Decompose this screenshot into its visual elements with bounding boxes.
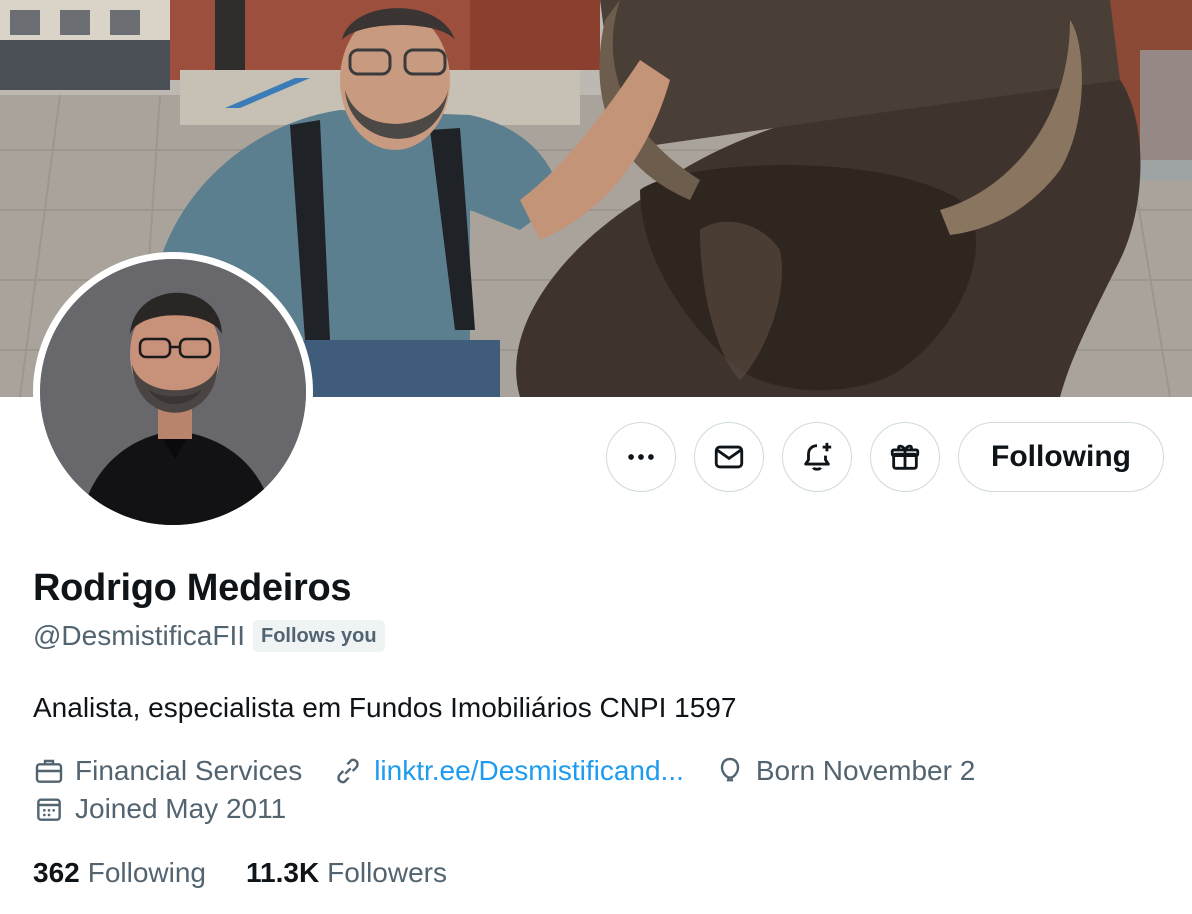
subscribe-button[interactable] — [870, 422, 940, 492]
profile-meta-row: Financial Services linktr.ee/Desmistific… — [33, 755, 1005, 787]
follows-you-badge: Follows you — [253, 620, 385, 652]
following-label: Following — [87, 857, 206, 888]
bell-plus-icon — [804, 442, 832, 471]
following-count: 362 — [33, 857, 80, 888]
envelope-icon — [714, 445, 744, 469]
gift-icon — [890, 444, 920, 470]
category-label: Financial Services — [75, 755, 303, 786]
calendar-icon — [37, 798, 61, 821]
notify-button[interactable] — [782, 422, 852, 492]
avatar-photo — [40, 259, 306, 525]
profile-name: Rodrigo Medeiros — [33, 567, 352, 609]
link-icon — [337, 758, 359, 784]
message-button[interactable] — [694, 422, 764, 492]
profile-joined-row: Joined May 2011 — [33, 793, 316, 825]
following-button[interactable]: Following — [958, 422, 1164, 492]
profile-avatar[interactable] — [33, 252, 313, 532]
joined-label: Joined May 2011 — [75, 793, 287, 824]
follow-stats: 362 Following 11.3K Followers — [33, 857, 487, 889]
link-item[interactable]: linktr.ee/Desmistificand... — [332, 755, 684, 787]
balloon-icon — [720, 757, 740, 782]
profile-handle: @DesmistificaFII — [33, 620, 245, 651]
birthday-label: Born November 2 — [755, 755, 976, 786]
more-horizontal-icon — [628, 454, 654, 460]
birthday-item: Born November 2 — [714, 755, 975, 787]
following-stat[interactable]: 362 Following — [33, 857, 206, 889]
followers-label: Followers — [327, 857, 447, 888]
profile-link[interactable]: linktr.ee/Desmistificand... — [374, 755, 684, 787]
profile-bio: Analista, especialista em Fundos Imobili… — [33, 692, 737, 723]
followers-stat[interactable]: 11.3K Followers — [246, 857, 447, 889]
joined-item: Joined May 2011 — [33, 793, 286, 825]
more-button[interactable] — [606, 422, 676, 492]
followers-count: 11.3K — [246, 857, 320, 888]
handle-row: @DesmistificaFII Follows you — [33, 620, 385, 652]
category-item: Financial Services — [33, 755, 302, 787]
briefcase-icon — [35, 759, 63, 783]
